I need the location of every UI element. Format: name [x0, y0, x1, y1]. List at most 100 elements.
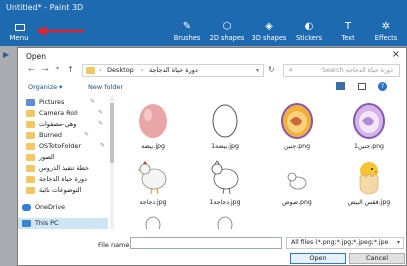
hatching-chick-icon — [359, 162, 379, 195]
brush-icon: ✎ — [182, 21, 192, 32]
nav-label: Pictures — [39, 98, 65, 106]
search-icon: ⌕ — [289, 66, 293, 74]
open-dialog: Open × ← → ▾ ↑ › Desktop › دورة حياة الد… — [17, 47, 407, 266]
pin-icon: ✎ — [90, 98, 96, 105]
breadcrumb-desktop[interactable]: Desktop — [107, 65, 134, 76]
breadcrumb-separator: › — [141, 66, 144, 74]
nav-label: التوضوعات نائبة — [39, 186, 82, 194]
nav-label: Camera Roll — [39, 109, 78, 117]
folder-icon — [86, 67, 95, 74]
search-input[interactable]: ⌕ Search دورة حياة الدجاجة — [283, 64, 400, 77]
forward-arrow-icon[interactable]: → — [42, 65, 49, 74]
side-tool-icon[interactable]: ▶ — [3, 50, 9, 59]
chick-outline-icon — [145, 216, 161, 229]
file-name: دجاجة1.jpg — [209, 199, 241, 206]
cancel-button[interactable]: Cancel — [349, 253, 405, 264]
pin-icon: ✎ — [98, 109, 104, 116]
stickers-icon: ◐ — [304, 21, 314, 32]
file-name: دجاجة.jpg — [139, 199, 167, 206]
pin-icon: ✎ — [84, 131, 90, 138]
effects-icon: ✲ — [381, 21, 391, 32]
menu-button[interactable]: Menu — [3, 20, 35, 44]
file-name-label: File name: — [98, 241, 132, 249]
file-type-value: All files (*.png;*.jpg;*.jpeg;*.jpe — [291, 239, 389, 246]
hen-icon — [137, 161, 167, 195]
pink-egg-icon — [139, 104, 167, 138]
nav-label: خطة تنفيذ الدروس — [39, 164, 89, 172]
menu-label: Menu — [9, 34, 29, 42]
file-name: جنين1.png — [354, 143, 384, 150]
nav-label: OneDrive — [35, 203, 66, 211]
file-name: بيضة.jpg — [141, 143, 165, 150]
search-placeholder: Search دورة حياة الدجاجة — [322, 67, 393, 74]
3d-shapes-label: 3D shapes — [251, 34, 287, 42]
nav-label: OSTotoFolder — [39, 142, 81, 150]
nav-label: دورة حياة الدجاجة — [39, 175, 87, 183]
nav-label: وهي-مصفوات — [39, 120, 77, 128]
folder-icon — [26, 132, 35, 139]
chevron-down-icon[interactable]: ▾ — [256, 65, 259, 76]
computer-icon — [22, 220, 31, 227]
text-tool[interactable]: T Text — [336, 20, 360, 46]
navigation-bar: ← → ▾ ↑ › Desktop › دورة حياة الدجاجة ▾ … — [18, 62, 406, 80]
text-icon: T — [344, 21, 352, 32]
onedrive-icon — [22, 204, 31, 211]
2d-shapes-tool[interactable]: ⬡ 2D shapes — [208, 20, 246, 46]
effects-tool[interactable]: ✲ Effects — [372, 20, 400, 46]
back-arrow-icon[interactable]: ← — [28, 65, 35, 74]
file-name: صوص.png — [282, 199, 312, 206]
2d-shapes-label: 2D shapes — [209, 34, 245, 42]
nav-label: الصور — [39, 153, 55, 161]
hen-outline-icon — [211, 160, 239, 195]
folder-icon — [26, 154, 35, 161]
navigation-pane: Pictures ✎ Camera Roll ✎ وهي-مصفوات ✎ Bu… — [18, 97, 111, 229]
folder-icon — [26, 176, 35, 183]
2d-shapes-icon: ⬡ — [222, 21, 232, 32]
3d-shapes-tool[interactable]: ◈ 3D shapes — [250, 20, 288, 46]
close-icon[interactable]: × — [392, 49, 400, 60]
file-type-select[interactable]: All files (*.png;*.jpg;*.jpeg;*.jpe ▾ — [286, 237, 404, 249]
red-arrow-annotation — [36, 26, 84, 36]
file-name: فقس البيض.jpg — [347, 199, 391, 206]
brushes-label: Brushes — [173, 34, 201, 42]
breadcrumb-current-folder[interactable]: دورة حياة الدجاجة — [149, 65, 198, 76]
nav-label: Burned — [39, 131, 62, 139]
command-bar: Organize ▾ New folder ? — [18, 82, 406, 94]
file-name-input[interactable] — [130, 237, 282, 249]
egg-outline-icon — [212, 104, 238, 138]
view-options-icon[interactable] — [336, 82, 345, 90]
3d-shapes-icon: ◈ — [265, 21, 273, 32]
dialog-title: Open — [26, 52, 47, 61]
brushes-tool[interactable]: ✎ Brushes — [172, 20, 202, 46]
canvas-side-strip: ▶ — [0, 46, 17, 266]
app-title: Untitled* - Paint 3D — [6, 3, 84, 12]
file-name: بيضة1.jpg — [211, 143, 239, 150]
nav-label: This PC — [35, 219, 59, 227]
breadcrumb-separator: › — [99, 66, 102, 74]
folder-icon — [26, 143, 35, 150]
folder-icon — [26, 165, 35, 172]
organize-button[interactable]: Organize ▾ — [28, 83, 62, 91]
folder-icon — [26, 110, 35, 117]
refresh-icon[interactable]: ↻ — [268, 65, 275, 74]
embryo-icon — [281, 103, 313, 139]
up-arrow-icon[interactable]: ↑ — [67, 65, 74, 74]
chick-outline-icon — [217, 216, 233, 229]
address-bar[interactable]: › Desktop › دورة حياة الدجاجة ▾ — [82, 64, 264, 77]
chevron-down-icon: ▾ — [396, 239, 400, 246]
preview-pane-icon[interactable] — [358, 83, 366, 90]
folder-icon — [26, 121, 35, 128]
new-folder-button[interactable]: New folder — [88, 83, 123, 91]
help-icon[interactable]: ? — [378, 82, 387, 91]
file-name: جنين.png — [283, 143, 311, 150]
recent-dropdown-icon[interactable]: ▾ — [56, 65, 59, 72]
stickers-tool[interactable]: ◐ Stickers — [294, 20, 324, 46]
open-button[interactable]: Open — [290, 253, 346, 264]
chick-outline-icon — [287, 172, 307, 190]
text-label: Text — [341, 34, 355, 42]
file-grid: بيضة.jpg بيضة1.jpg جنين.png جنين1.png دج… — [114, 97, 404, 229]
pictures-folder-icon — [26, 99, 35, 106]
nav-selection-highlight — [18, 218, 108, 229]
app-top-bar: Untitled* - Paint 3D Menu ✎ Brushes ⬡ 2D… — [0, 0, 407, 46]
embryo-outline-icon — [353, 103, 385, 139]
